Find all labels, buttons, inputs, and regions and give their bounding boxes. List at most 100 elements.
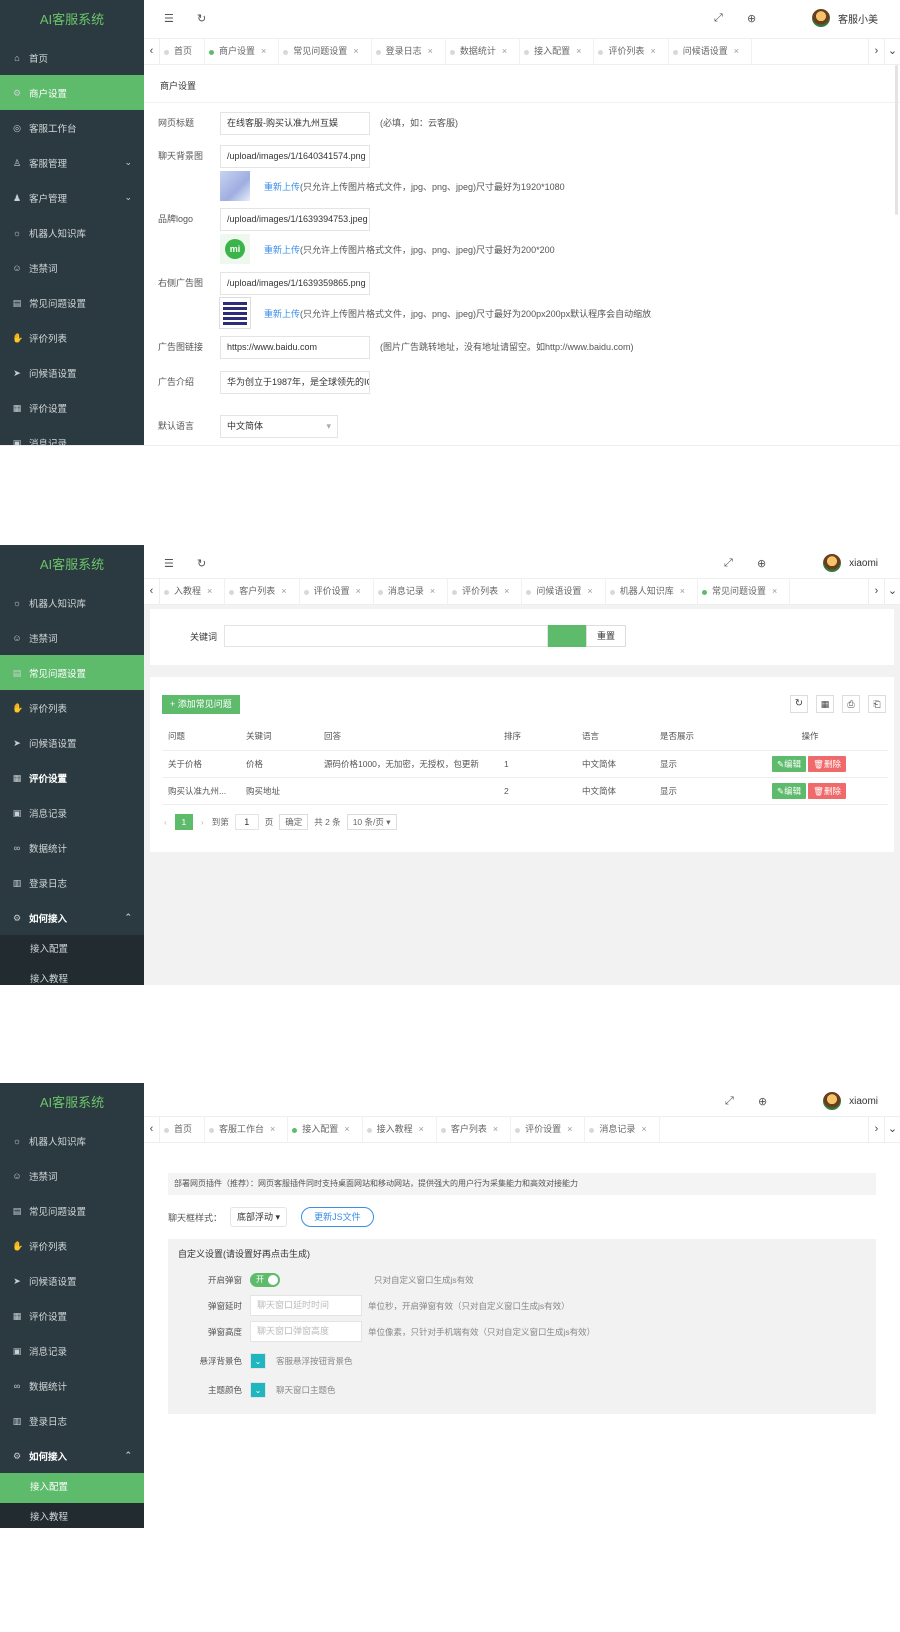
- edit-button[interactable]: ✎编辑: [772, 755, 807, 772]
- tab[interactable]: 常见问题设置 ×: [698, 578, 791, 605]
- sidebar-item[interactable]: ⚙ 如何接入 ⌃: [0, 1438, 144, 1473]
- sidebar-item[interactable]: ☼ 机器人知识库: [0, 1123, 144, 1158]
- next-page-icon[interactable]: ›: [201, 817, 204, 827]
- close-icon[interactable]: ×: [504, 586, 509, 596]
- tab[interactable]: 评价列表 ×: [594, 38, 669, 65]
- sidebar-item[interactable]: ☺ 违禁词: [0, 250, 144, 285]
- delay-input[interactable]: 聊天窗口延时时间: [250, 1295, 362, 1316]
- sidebar-item[interactable]: ▣ 消息记录: [0, 1333, 144, 1368]
- logo-reupload-link[interactable]: 重新上传: [264, 243, 300, 256]
- height-input[interactable]: 聊天窗口弹窗高度: [250, 1321, 362, 1342]
- tab-dropdown-icon[interactable]: ⌄: [884, 38, 900, 65]
- sidebar-item[interactable]: ✋ 评价列表: [0, 1228, 144, 1263]
- export-icon[interactable]: ⎙: [842, 695, 860, 713]
- sidebar-item[interactable]: ▦ 评价设置: [0, 1298, 144, 1333]
- close-icon[interactable]: ×: [428, 46, 433, 56]
- close-icon[interactable]: ×: [356, 586, 361, 596]
- language-icon[interactable]: ⊕: [758, 1095, 767, 1108]
- tab[interactable]: 接入配置 ×: [520, 38, 595, 65]
- close-icon[interactable]: ×: [772, 586, 777, 596]
- page-number-current[interactable]: 1: [174, 814, 193, 830]
- sidebar-subitem[interactable]: 接入教程: [0, 1503, 144, 1528]
- sidebar-item[interactable]: ◎ 客服工作台: [0, 110, 144, 145]
- search-button[interactable]: [548, 625, 586, 647]
- tab[interactable]: 入教程 ×: [160, 578, 226, 605]
- prev-page-icon[interactable]: ‹: [164, 817, 167, 827]
- close-icon[interactable]: ×: [207, 586, 212, 596]
- close-icon[interactable]: ×: [734, 46, 739, 56]
- fullscreen-icon[interactable]: ⤢: [714, 12, 723, 25]
- columns-icon[interactable]: ▦: [816, 695, 834, 713]
- sidebar-item[interactable]: ⚙ 商户设置: [0, 75, 144, 110]
- tab[interactable]: 消息记录 ×: [585, 1116, 660, 1143]
- tab-scroll-right-icon[interactable]: ›: [868, 1116, 884, 1143]
- tab[interactable]: 登录日志 ×: [372, 38, 446, 65]
- tab[interactable]: 接入配置 ×: [288, 1116, 363, 1143]
- close-icon[interactable]: ×: [567, 1124, 572, 1134]
- close-icon[interactable]: ×: [430, 586, 435, 596]
- ad-intro-input[interactable]: 华为创立于1987年，是全球领先的ICT: [220, 371, 370, 394]
- close-icon[interactable]: ×: [641, 1124, 646, 1134]
- ad-link-input[interactable]: https://www.baidu.com: [220, 336, 370, 359]
- edit-button[interactable]: ✎编辑: [772, 782, 807, 799]
- sidebar-item[interactable]: ∞ 数据统计: [0, 830, 144, 865]
- sidebar-item[interactable]: ∞ 数据统计: [0, 1368, 144, 1403]
- sidebar-item[interactable]: ⌂ 首页: [0, 40, 144, 75]
- tab[interactable]: 评价列表 ×: [448, 578, 523, 605]
- chat-style-select[interactable]: 底部浮动 ▾: [230, 1207, 288, 1227]
- print-icon[interactable]: ⎗: [868, 695, 886, 713]
- collapse-menu-icon[interactable]: ☰: [164, 557, 174, 570]
- sidebar-item[interactable]: ✋ 评价列表: [0, 690, 144, 725]
- language-icon[interactable]: ⊕: [757, 557, 766, 570]
- chat-bg-input[interactable]: /upload/images/1/1640341574.png: [220, 145, 370, 168]
- page-title-input[interactable]: 在线客服-购买认准九州互娱: [220, 112, 370, 135]
- theme-color-picker[interactable]: ⌄: [250, 1382, 266, 1398]
- close-icon[interactable]: ×: [650, 46, 655, 56]
- tab[interactable]: 评价设置 ×: [511, 1116, 586, 1143]
- language-select[interactable]: 中文简体 ▾: [220, 415, 338, 438]
- sidebar-item[interactable]: ▣ 消息记录: [0, 425, 144, 446]
- sidebar-item[interactable]: ☺ 违禁词: [0, 1158, 144, 1193]
- close-icon[interactable]: ×: [493, 1124, 498, 1134]
- sidebar-item[interactable]: ▤ 常见问题设置: [0, 1193, 144, 1228]
- close-icon[interactable]: ×: [576, 46, 581, 56]
- tab-scroll-left-icon[interactable]: ‹: [144, 1116, 160, 1143]
- tab[interactable]: 机器人知识库 ×: [606, 578, 698, 605]
- close-icon[interactable]: ×: [353, 46, 358, 56]
- logo-input[interactable]: /upload/images/1/1639394753.jpeg: [220, 208, 370, 231]
- tab[interactable]: 首页: [160, 1116, 206, 1143]
- tab-scroll-left-icon[interactable]: ‹: [144, 578, 160, 605]
- keyword-input[interactable]: [224, 625, 548, 647]
- tab-dropdown-icon[interactable]: ⌄: [884, 578, 900, 605]
- tab-scroll-left-icon[interactable]: ‹: [144, 38, 160, 65]
- close-icon[interactable]: ×: [680, 586, 685, 596]
- sidebar-item[interactable]: ♙ 客服管理 ⌄: [0, 145, 144, 180]
- tab-scroll-right-icon[interactable]: ›: [868, 38, 884, 65]
- close-icon[interactable]: ×: [281, 586, 286, 596]
- sidebar-item[interactable]: ▤ 常见问题设置: [0, 285, 144, 320]
- goto-confirm-button[interactable]: 确定: [279, 814, 309, 830]
- sidebar-subitem[interactable]: 接入配置: [0, 935, 144, 965]
- close-icon[interactable]: ×: [587, 586, 592, 596]
- tab-scroll-right-icon[interactable]: ›: [868, 578, 884, 605]
- sidebar-item[interactable]: ✋ 评价列表: [0, 320, 144, 355]
- tab[interactable]: 客户列表 ×: [225, 578, 300, 605]
- close-icon[interactable]: ×: [270, 1124, 275, 1134]
- tab[interactable]: 客服工作台 ×: [205, 1116, 289, 1143]
- chat-bg-reupload-link[interactable]: 重新上传: [264, 180, 300, 193]
- float-color-picker[interactable]: ⌄: [250, 1353, 266, 1369]
- sidebar-item[interactable]: ▦ 评价设置: [0, 390, 144, 425]
- popup-toggle[interactable]: 开: [250, 1273, 280, 1287]
- collapse-menu-icon[interactable]: ☰: [164, 12, 174, 25]
- sidebar-item[interactable]: ▣ 消息记录: [0, 795, 144, 830]
- sidebar-item[interactable]: ☼ 机器人知识库: [0, 215, 144, 250]
- update-js-button[interactable]: 更新JS文件: [301, 1207, 374, 1227]
- sidebar-item[interactable]: ▥ 登录日志: [0, 1403, 144, 1438]
- user-menu[interactable]: 客服小美: [812, 9, 878, 27]
- ad-image-reupload-link[interactable]: 重新上传: [264, 307, 300, 320]
- tab[interactable]: 问候语设置 ×: [522, 578, 606, 605]
- sidebar-item[interactable]: ➤ 问候语设置: [0, 1263, 144, 1298]
- ad-image-input[interactable]: /upload/images/1/1639359865.png: [220, 272, 370, 295]
- tab[interactable]: 常见问题设置 ×: [279, 38, 372, 65]
- sidebar-item[interactable]: ▤ 常见问题设置: [0, 655, 144, 690]
